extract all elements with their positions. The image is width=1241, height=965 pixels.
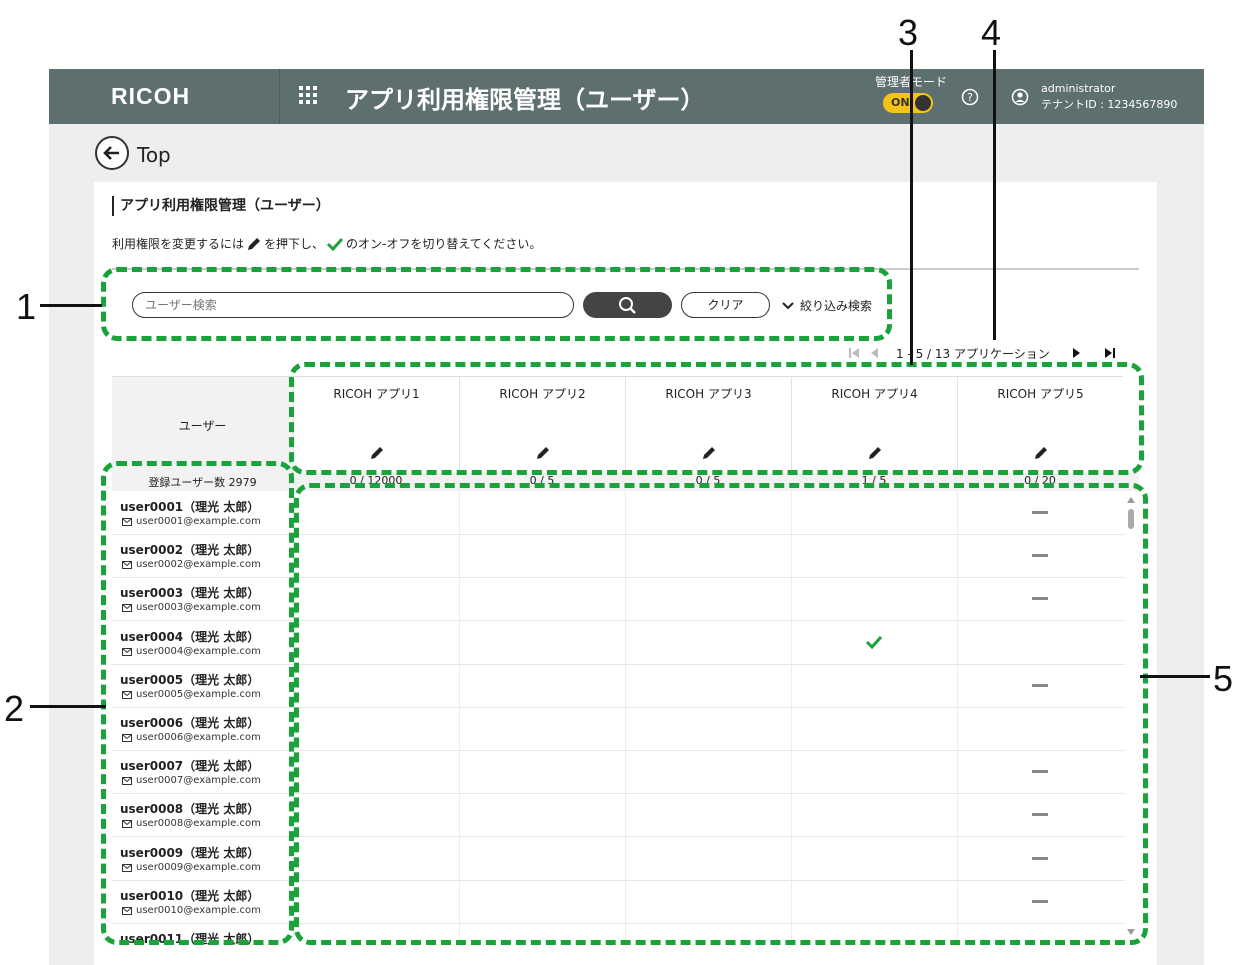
user-column-label: ユーザー	[178, 419, 227, 433]
callout-5-line	[1140, 675, 1210, 678]
callout-2-line	[30, 705, 106, 708]
app-header: RICOH アプリ利用権限管理（ユーザー） 管理者モード ON ? admini…	[49, 69, 1204, 124]
callout-5: 5	[1213, 658, 1234, 699]
back-button[interactable]	[95, 136, 129, 170]
annotation-box-search	[101, 267, 892, 341]
admin-toggle-label: ON	[891, 96, 910, 109]
app-title: アプリ利用権限管理（ユーザー）	[345, 86, 705, 114]
pager-range: 1 - 5 / 13 アプリケーション	[896, 346, 1050, 361]
annotation-box-users	[101, 461, 294, 945]
user-column-header: ユーザー	[112, 376, 293, 474]
account-icon[interactable]	[1011, 88, 1029, 106]
last-page-icon[interactable]	[1102, 345, 1118, 361]
svg-text:?: ?	[967, 91, 973, 104]
check-icon	[326, 237, 344, 251]
callout-4-line	[993, 50, 996, 340]
ricoh-logo: RICOH	[111, 83, 191, 109]
page-title: アプリ利用権限管理（ユーザー）	[112, 196, 330, 216]
callout-2: 2	[4, 688, 25, 729]
annotation-box-apps	[289, 362, 1144, 475]
annotation-box-permissions	[294, 483, 1148, 945]
prev-page-icon[interactable]	[862, 345, 884, 361]
first-page-icon[interactable]	[846, 345, 862, 361]
callout-1-line	[40, 304, 102, 307]
instruction-pre: 利用権限を変更するには	[112, 237, 245, 251]
next-page-icon[interactable]	[1068, 345, 1084, 361]
callout-3-line	[910, 50, 913, 365]
instruction-text: 利用権限を変更するには を押下し、 のオン-オフを切り替えてください。	[112, 235, 541, 252]
help-icon[interactable]: ?	[961, 88, 979, 106]
callout-3: 3	[898, 12, 919, 53]
back-label[interactable]: Top	[137, 143, 171, 167]
tenant-id: テナントID : 1234567890	[1041, 98, 1178, 111]
pagination: 1 - 5 / 13 アプリケーション	[846, 343, 1118, 363]
app-grid-icon[interactable]	[299, 86, 317, 104]
user-name: administrator	[1041, 82, 1116, 95]
pencil-icon	[248, 237, 261, 250]
callout-4: 4	[981, 12, 1002, 53]
header-divider	[279, 69, 280, 124]
admin-mode-toggle[interactable]: ON	[883, 93, 933, 113]
instruction-mid: を押下し、	[264, 237, 325, 251]
toggle-knob	[915, 95, 931, 111]
instruction-post: のオン-オフを切り替えてください。	[346, 237, 542, 251]
callout-1: 1	[16, 286, 37, 327]
arrow-left-icon	[103, 146, 119, 160]
